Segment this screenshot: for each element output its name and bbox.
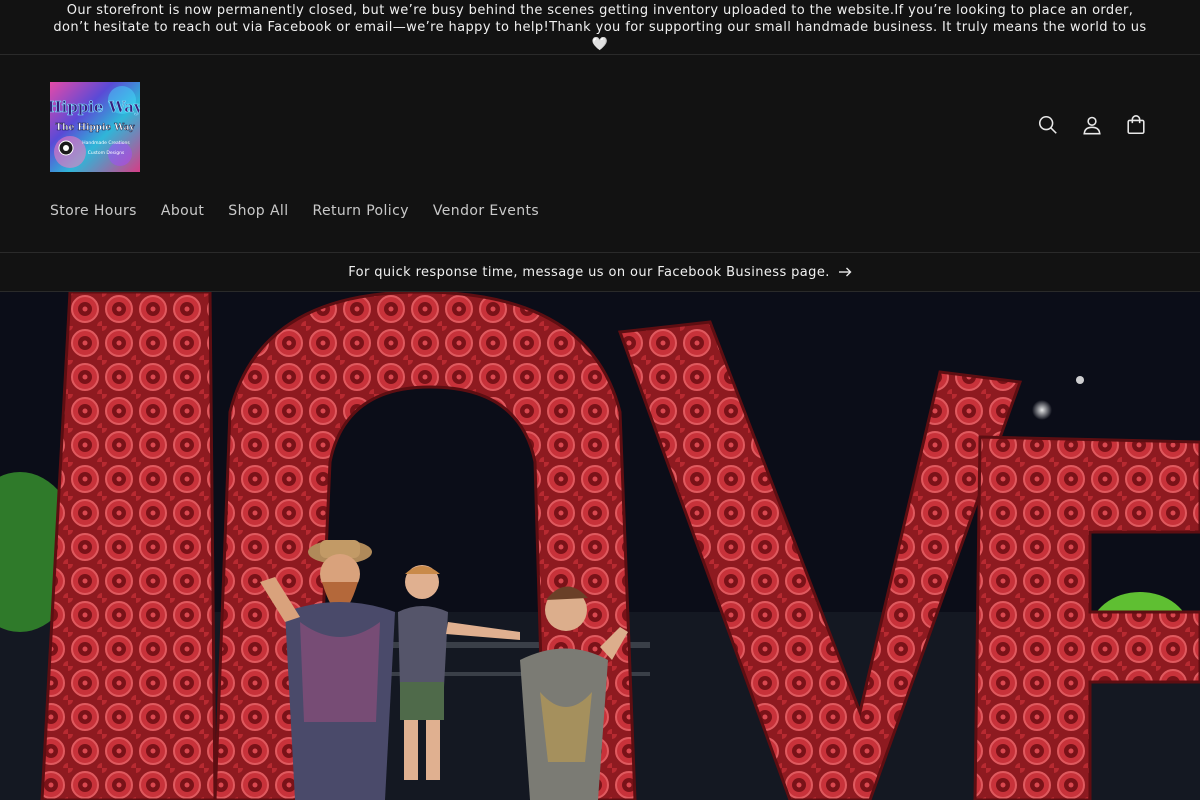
search-icon[interactable] (1030, 107, 1066, 143)
cart-icon[interactable] (1118, 107, 1154, 143)
announcement-text: Our storefront is now permanently closed… (53, 2, 1147, 52)
site-header: Hippie Way The Hippie Way Handmade Creat… (0, 55, 1200, 252)
announcement-bar: Our storefront is now permanently closed… (0, 0, 1200, 55)
header-icons (1030, 107, 1154, 143)
facebook-notice-link[interactable]: For quick response time, message us on o… (0, 252, 1200, 292)
nav-shop-all[interactable]: Shop All (216, 200, 300, 222)
logo-title: Hippie Way (50, 98, 140, 116)
logo-subtitle: The Hippie Way (55, 123, 135, 133)
main-nav: Store Hours About Shop All Return Policy… (38, 200, 551, 222)
account-icon[interactable] (1074, 107, 1110, 143)
logo-tagline-2: Custom Designs (88, 150, 125, 156)
store-logo[interactable]: Hippie Way The Hippie Way Handmade Creat… (50, 82, 140, 172)
nav-vendor-events[interactable]: Vendor Events (421, 200, 551, 222)
logo-tagline-1: Handmade Creations (82, 140, 130, 146)
hero-image (0, 292, 1200, 800)
arrow-right-icon (838, 267, 852, 277)
nav-return-policy[interactable]: Return Policy (301, 200, 421, 222)
nav-about[interactable]: About (149, 200, 216, 222)
notice-text: For quick response time, message us on o… (348, 264, 830, 280)
nav-store-hours[interactable]: Store Hours (38, 200, 149, 222)
